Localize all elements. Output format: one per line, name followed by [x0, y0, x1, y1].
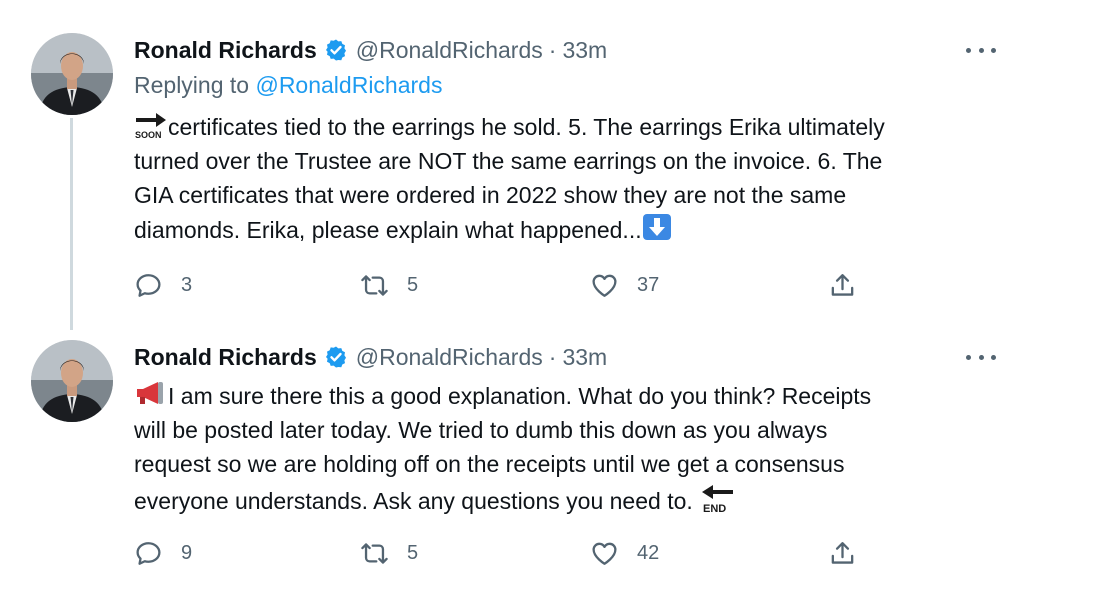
- retweet-button[interactable]: 5: [360, 268, 418, 302]
- reply-count: 3: [181, 273, 193, 296]
- like-count: 42: [637, 541, 660, 564]
- reply-button[interactable]: 9: [134, 536, 192, 570]
- tweet-actions: 3 5 37: [134, 268, 874, 302]
- reply-icon: [136, 273, 161, 297]
- tweet-line: request so we are holding off on the rec…: [134, 451, 845, 477]
- end-arrow-icon: END: [699, 482, 735, 524]
- tweet-1[interactable]: Ronald Richards @RonaldRichards · 33m Re…: [0, 0, 1096, 330]
- retweet-button[interactable]: 5: [360, 536, 418, 570]
- replying-label: Replying to: [134, 72, 250, 98]
- tweet-text: I am sure there this a good explanation.…: [134, 378, 1014, 516]
- heart-icon: [592, 542, 617, 565]
- share-icon: [831, 541, 854, 564]
- retweet-count: 5: [407, 273, 419, 296]
- share-icon: [831, 273, 854, 296]
- tweet-actions: 9 5 42: [134, 536, 874, 570]
- more-icon[interactable]: [966, 40, 996, 60]
- megaphone-icon: [134, 378, 168, 418]
- heart-icon: [592, 274, 617, 297]
- tweet-2[interactable]: Ronald Richards @RonaldRichards · 33m I …: [0, 330, 1096, 594]
- share-button[interactable]: [828, 268, 857, 302]
- reply-count: 9: [181, 541, 193, 564]
- tweet-line: GIA certificates that were ordered in 20…: [134, 182, 847, 208]
- share-button[interactable]: [828, 536, 857, 570]
- avatar[interactable]: [31, 33, 113, 115]
- replying-handle-link[interactable]: @RonaldRichards: [255, 72, 442, 98]
- retweet-icon: [361, 274, 388, 296]
- tweet-text: SOON certificates tied to the earrings h…: [134, 109, 1014, 247]
- tweet-header: Ronald Richards @RonaldRichards · 33m: [134, 35, 607, 65]
- tweet-line: everyone understands. Ask any questions …: [134, 482, 1014, 517]
- author-name[interactable]: Ronald Richards: [134, 37, 317, 64]
- down-arrow-button-icon: [642, 213, 672, 251]
- soon-arrow-icon: SOON: [134, 109, 168, 149]
- svg-text:SOON: SOON: [135, 130, 162, 139]
- like-button[interactable]: 37: [590, 268, 659, 302]
- retweet-count: 5: [407, 541, 419, 564]
- reply-button[interactable]: 3: [134, 268, 192, 302]
- more-icon[interactable]: [966, 347, 996, 367]
- separator: ·: [548, 343, 557, 370]
- avatar[interactable]: [31, 340, 113, 422]
- reply-icon: [136, 541, 161, 565]
- tweet-line: SOON certificates tied to the earrings h…: [134, 109, 1014, 144]
- author-handle[interactable]: @RonaldRichards: [356, 37, 543, 64]
- like-count: 37: [637, 273, 660, 296]
- like-button[interactable]: 42: [590, 536, 659, 570]
- tweet-line: will be posted later today. We tried to …: [134, 416, 828, 443]
- separator: ·: [548, 36, 557, 63]
- retweet-icon: [361, 542, 388, 564]
- tweet-line: diamonds. Erika, please explain what hap…: [134, 213, 1014, 248]
- tweet-line: turned over the Trustee are NOT the same…: [134, 147, 883, 174]
- author-handle[interactable]: @RonaldRichards: [356, 344, 543, 371]
- tweet-line: I am sure there this a good explanation.…: [134, 378, 1014, 413]
- verified-badge-icon: [325, 346, 346, 368]
- replying-to: Replying to @RonaldRichards: [134, 72, 442, 99]
- timestamp[interactable]: 33m: [562, 344, 607, 371]
- thread-line: [70, 118, 73, 330]
- timestamp[interactable]: 33m: [562, 37, 607, 64]
- tweet-header: Ronald Richards @RonaldRichards · 33m: [134, 342, 607, 372]
- verified-badge-icon: [325, 39, 346, 61]
- svg-text:END: END: [703, 503, 726, 514]
- author-name[interactable]: Ronald Richards: [134, 344, 317, 371]
